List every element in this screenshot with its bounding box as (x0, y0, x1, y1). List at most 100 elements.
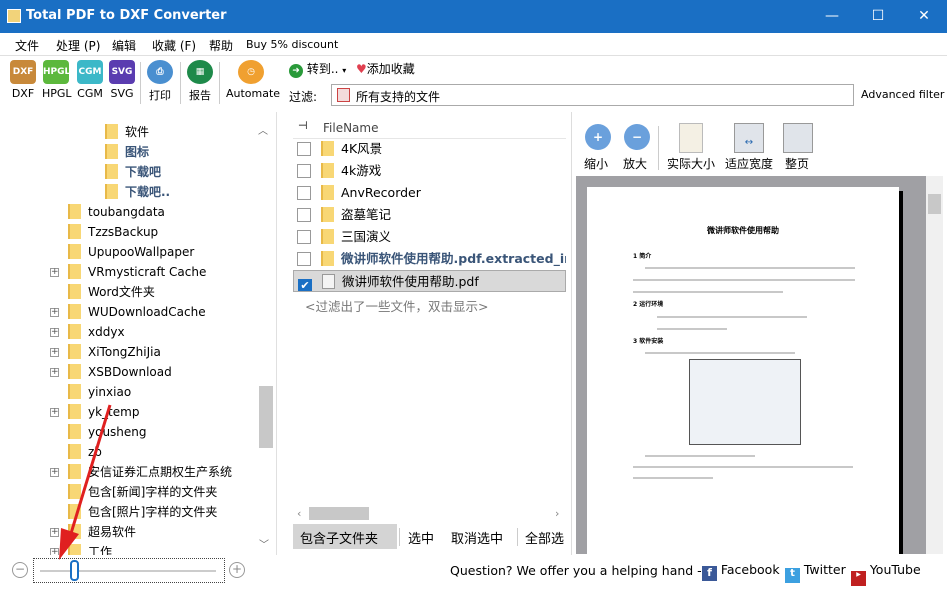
tree-item[interactable]: 图标 (105, 142, 149, 162)
expand-icon[interactable]: + (50, 348, 59, 357)
checkbox[interactable] (297, 164, 311, 178)
folder-icon (105, 144, 118, 159)
checkbox[interactable] (297, 230, 311, 244)
expand-icon[interactable]: + (50, 328, 59, 337)
include-subfolders-label: 包含子文件夹 (300, 532, 379, 547)
twitter-link[interactable]: t Twitter (785, 562, 846, 583)
filter-select[interactable]: 所有支持的文件 (331, 84, 854, 106)
menu-edit[interactable]: 编辑 (112, 37, 136, 54)
tree-item[interactable]: XSBDownload (68, 362, 172, 382)
hpgl-label: HPGL (42, 87, 72, 100)
maximize-button[interactable]: ☐ (855, 0, 901, 33)
tree-item[interactable]: xddyx (68, 322, 125, 342)
pdf-file-icon (337, 88, 350, 102)
pin-icon[interactable]: ⊣ (298, 119, 308, 132)
select-button[interactable]: 选中 (408, 528, 434, 547)
tree-item[interactable]: VRmysticraft Cache (68, 262, 206, 282)
dxf-button[interactable]: DXF DXF (10, 60, 36, 100)
zoom-in-magnifier-icon[interactable]: + (585, 124, 611, 150)
menu-help[interactable]: 帮助 (209, 37, 233, 54)
deselect-button[interactable]: 取消选中 (451, 528, 503, 547)
close-button[interactable]: ✕ (901, 0, 947, 33)
print-label: 打印 (149, 89, 171, 102)
zoom-out-icon[interactable]: − (12, 562, 28, 578)
checkbox[interactable] (297, 186, 311, 200)
tree-item[interactable]: 下载吧.. (105, 182, 170, 202)
automate-button[interactable]: ◷ Automate (226, 60, 280, 100)
menu-buy-discount[interactable]: Buy 5% discount (246, 38, 338, 51)
expand-icon[interactable]: + (50, 268, 59, 277)
print-button[interactable]: ⎙ 打印 (146, 60, 174, 103)
zoom-in-preview-button[interactable]: 放大 (623, 155, 647, 172)
actual-size-icon[interactable] (679, 123, 703, 153)
tree-item-label: xddyx (88, 325, 125, 339)
filtered-files-note[interactable]: <过滤出了一些文件，双击显示> (305, 296, 488, 315)
file-row[interactable]: 盗墓笔记 (293, 204, 566, 226)
actual-size-button[interactable]: 实际大小 (667, 155, 715, 172)
scroll-down-icon[interactable]: ﹀ (259, 536, 269, 551)
file-row[interactable]: 4K风景 (293, 138, 566, 160)
fit-width-button[interactable]: 适应宽度 (725, 155, 773, 172)
select-all-button[interactable]: 全部选 (525, 528, 569, 547)
checkbox[interactable]: ✔ (298, 279, 312, 291)
cgm-button[interactable]: CGM CGM (77, 60, 103, 100)
tree-item[interactable]: TzzsBackup (68, 222, 158, 242)
expand-icon[interactable]: + (50, 368, 59, 377)
file-row[interactable]: AnvRecorder (293, 182, 566, 204)
goto-button[interactable]: ➜ 转到.. ▾ (289, 60, 346, 78)
report-button[interactable]: ▦ 报告 (186, 60, 214, 103)
folder-icon (68, 224, 81, 239)
file-row[interactable]: 4k游戏 (293, 160, 566, 182)
file-row[interactable]: ✔ 微讲师软件使用帮助.pdf (293, 270, 566, 292)
horizontal-scrollbar-thumb[interactable] (309, 507, 369, 520)
minimize-button[interactable]: — (809, 0, 855, 33)
checkbox[interactable] (297, 142, 311, 156)
full-page-icon[interactable] (783, 123, 813, 153)
zoom-out-magnifier-icon[interactable]: − (624, 124, 650, 150)
folder-icon (68, 304, 81, 319)
fit-width-icon[interactable]: ↔ (734, 123, 764, 153)
tree-item[interactable]: WUDownloadCache (68, 302, 206, 322)
menu-favorites[interactable]: 收藏 (F) (152, 37, 196, 54)
folder-icon (68, 244, 81, 259)
hpgl-button[interactable]: HPGL HPGL (42, 60, 72, 100)
tree-item[interactable]: Word文件夹 (68, 282, 155, 302)
menu-process[interactable]: 处理 (P) (56, 37, 100, 54)
folder-tree: 软件 图标 下载吧 下载吧.. toubangdata TzzsBackup UpupooW… (0, 112, 277, 555)
tree-item[interactable]: XiTongZhiJia (68, 342, 161, 362)
folder-icon (321, 185, 334, 200)
checkbox[interactable] (297, 208, 311, 222)
preview-scrollbar[interactable] (926, 176, 943, 554)
divider (140, 62, 141, 104)
column-header-filename[interactable]: FileName (323, 121, 378, 135)
tree-item[interactable]: 下载吧 (105, 162, 161, 182)
tree-item[interactable]: yinxiao (68, 382, 131, 402)
menu-file[interactable]: 文件 (15, 37, 39, 54)
include-subfolders-button[interactable]: 包含子文件夹 (293, 524, 397, 549)
scroll-up-icon[interactable]: ︿ (258, 122, 268, 137)
svg-button[interactable]: SVG SVG (109, 60, 135, 100)
tree-scrollbar-thumb[interactable] (259, 386, 273, 448)
facebook-link[interactable]: f Facebook (702, 562, 780, 581)
section-heading: 2 运行环境 (633, 301, 664, 308)
goto-label: 转到.. (306, 62, 339, 76)
file-row[interactable]: 三国演义 (293, 226, 566, 248)
zoom-out-preview-button[interactable]: 缩小 (584, 155, 608, 172)
tree-item[interactable]: toubangdata (68, 202, 165, 222)
file-row[interactable]: 微讲师软件使用帮助.pdf.extracted_images (293, 248, 566, 270)
scroll-left-icon[interactable]: ‹ (297, 507, 301, 520)
add-favorite-button[interactable]: ♥添加收藏 (356, 60, 415, 77)
checkbox[interactable] (297, 252, 311, 266)
preview-scrollbar-thumb[interactable] (928, 194, 941, 214)
youtube-link[interactable]: ▶ YouTube (851, 562, 921, 586)
zoom-in-icon[interactable]: + (229, 562, 245, 578)
full-page-button[interactable]: 整页 (785, 155, 809, 172)
tree-item[interactable]: 软件 (105, 122, 149, 142)
scroll-right-icon[interactable]: › (555, 507, 559, 520)
hpgl-icon: HPGL (43, 60, 70, 84)
advanced-filter-link[interactable]: Advanced filter (861, 88, 944, 101)
menu-bar: 文件 处理 (P) 编辑 收藏 (F) 帮助 Buy 5% discount (0, 33, 947, 56)
expand-icon[interactable]: + (50, 308, 59, 317)
folder-icon (105, 184, 118, 199)
tree-item[interactable]: UpupooWallpaper (68, 242, 194, 262)
